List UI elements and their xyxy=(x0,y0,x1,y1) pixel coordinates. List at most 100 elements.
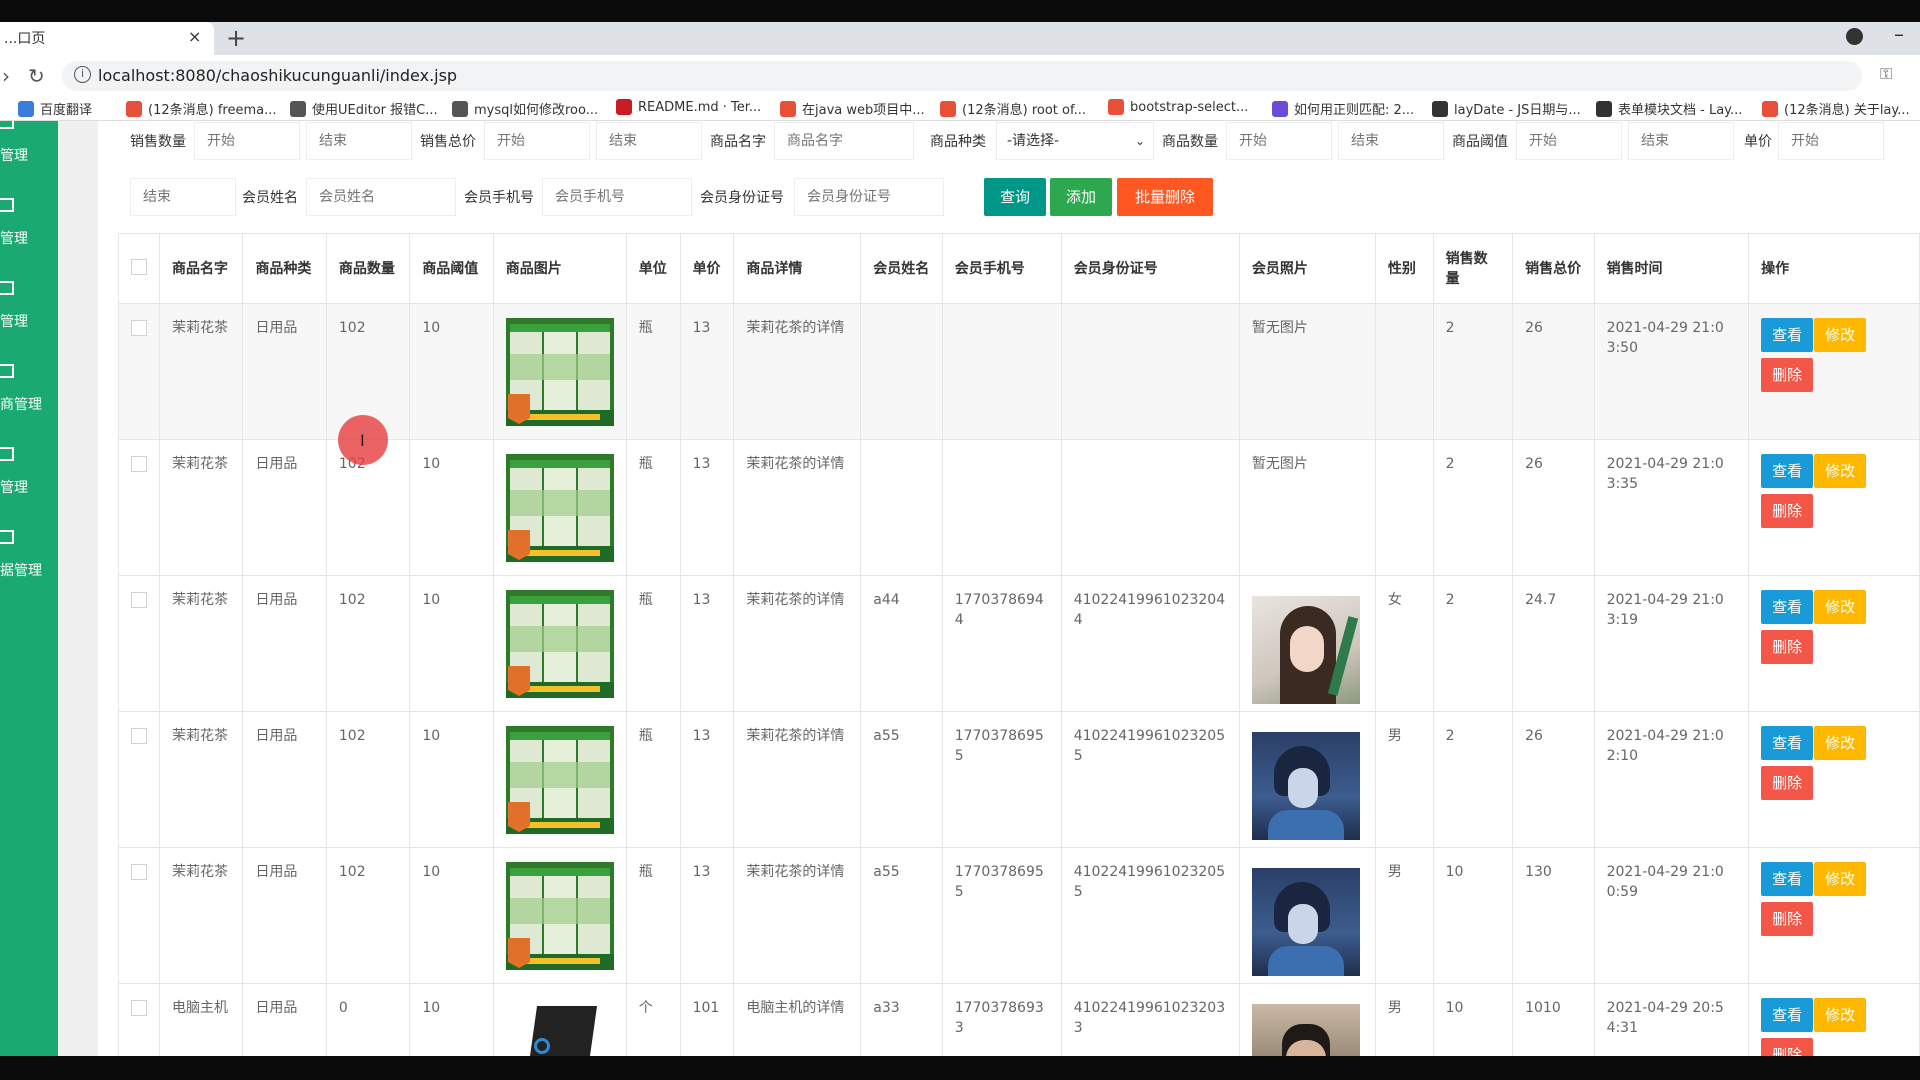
key-icon[interactable]: ⚿ xyxy=(1880,64,1892,84)
sidebar-item[interactable]: 管理 xyxy=(0,198,58,258)
cell-sale-time: 2021-04-29 21:00:59 xyxy=(1593,847,1750,984)
sidebar-item[interactable]: 管理 xyxy=(0,447,58,507)
query-button[interactable]: 查询 xyxy=(984,178,1046,216)
sale-total-end-input[interactable] xyxy=(596,122,702,160)
close-tab-icon[interactable]: × xyxy=(188,27,201,46)
unit-price-end-input[interactable] xyxy=(130,178,236,216)
reload-icon[interactable]: ↻ xyxy=(28,64,45,88)
bookmark-item[interactable]: bootstrap-select... xyxy=(1108,99,1248,115)
cell-gender: 女 xyxy=(1374,575,1434,712)
product-name-input[interactable] xyxy=(774,122,914,160)
member-id-input[interactable] xyxy=(794,178,944,216)
delete-button[interactable]: 删除 xyxy=(1761,1038,1814,1056)
bookmark-item[interactable]: 百度翻译 xyxy=(18,99,92,118)
sidebar-item[interactable]: 商管理 xyxy=(0,364,58,424)
cell-sale-time: 2021-04-29 21:03:50 xyxy=(1593,303,1750,440)
delete-button[interactable]: 删除 xyxy=(1761,766,1814,800)
cell-sale-total: 24.7 xyxy=(1512,575,1595,712)
column-header: 商品数量 xyxy=(325,233,411,304)
profile-icon[interactable] xyxy=(1846,28,1863,45)
add-button[interactable]: 添加 xyxy=(1050,178,1112,216)
sale-qty-end-input[interactable] xyxy=(306,122,412,160)
browser-tab[interactable]: ...口页 × xyxy=(0,22,214,55)
row-checkbox[interactable] xyxy=(131,728,147,744)
threshold-end-input[interactable] xyxy=(1628,122,1734,160)
bookmark-label: 在java web项目中... xyxy=(802,103,925,118)
bookmark-item[interactable]: 在java web项目中... xyxy=(780,99,925,118)
back-icon[interactable]: › xyxy=(2,64,10,88)
bookmark-item[interactable]: 表单模块文档 - Lay... xyxy=(1596,99,1742,118)
member-name-input[interactable] xyxy=(306,178,456,216)
bookmark-item[interactable]: 如何用正则匹配: 2... xyxy=(1272,99,1414,118)
view-button[interactable]: 查看 xyxy=(1761,998,1814,1032)
cell-name: 电脑主机 xyxy=(158,983,244,1056)
cell-unit: 个 xyxy=(625,983,681,1056)
product-category-select[interactable]: -请选择- ⌄ xyxy=(996,122,1154,160)
top-system-bar xyxy=(0,0,1920,22)
site-info-icon[interactable]: i xyxy=(74,66,91,83)
bookmark-item[interactable]: (12条消息) freema... xyxy=(126,99,276,118)
threshold-start-input[interactable] xyxy=(1516,122,1622,160)
sidebar-item[interactable]: 据管理 xyxy=(0,530,58,590)
cell-name: 茉莉花茶 xyxy=(158,439,244,576)
bookmarks-bar: 百度翻译 (12条消息) freema... 使用UEditor 报错C... mys… xyxy=(0,97,1920,121)
new-tab-icon[interactable]: + xyxy=(226,24,246,52)
bookmark-label: 使用UEditor 报错C... xyxy=(312,103,438,118)
view-button[interactable]: 查看 xyxy=(1761,726,1814,760)
delete-button[interactable]: 删除 xyxy=(1761,358,1814,392)
sidebar-item[interactable]: 管理 xyxy=(0,281,58,341)
table-row: 茉莉花茶 日用品 102 10 瓶 13 茉莉花茶的详情 暂无图片 2 26 2021-04-29 … xyxy=(118,303,1920,440)
row-select-cell xyxy=(118,711,160,848)
delete-button[interactable]: 删除 xyxy=(1761,902,1814,936)
edit-button[interactable]: 修改 xyxy=(1814,454,1867,488)
bookmark-item[interactable]: (12条消息) 关于lay... xyxy=(1762,99,1910,118)
cell-price: 13 xyxy=(679,711,735,848)
row-select-cell xyxy=(118,303,160,440)
row-checkbox[interactable] xyxy=(131,864,147,880)
unit-price-start-input[interactable] xyxy=(1778,122,1884,160)
edit-button[interactable]: 修改 xyxy=(1814,862,1867,896)
cell-gender xyxy=(1374,439,1434,576)
filter-label-member-phone: 会员手机号 xyxy=(464,190,534,206)
cell-sale-qty: 10 xyxy=(1432,847,1514,984)
delete-button[interactable]: 删除 xyxy=(1761,494,1814,528)
sale-qty-start-input[interactable] xyxy=(194,122,300,160)
batch-delete-button[interactable]: 批量删除 xyxy=(1117,178,1213,216)
member-phone-input[interactable] xyxy=(542,178,692,216)
row-select-cell xyxy=(118,847,160,984)
bookmark-item[interactable]: 使用UEditor 报错C... xyxy=(290,99,438,118)
select-all-checkbox[interactable] xyxy=(131,258,147,275)
view-button[interactable]: 查看 xyxy=(1761,454,1814,488)
cell-price: 101 xyxy=(679,983,735,1056)
cell-price: 13 xyxy=(679,575,735,712)
view-button[interactable]: 查看 xyxy=(1761,318,1814,352)
column-header: 会员姓名 xyxy=(860,233,943,304)
sale-total-start-input[interactable] xyxy=(484,122,590,160)
edit-button[interactable]: 修改 xyxy=(1814,590,1867,624)
monitor-icon xyxy=(0,121,14,129)
bookmark-item[interactable]: mysql如何修改roo... xyxy=(452,99,598,118)
sidebar-item[interactable]: 管理 xyxy=(0,121,58,175)
edit-button[interactable]: 修改 xyxy=(1814,998,1867,1032)
bookmark-item[interactable]: layDate - JS日期与... xyxy=(1432,99,1581,118)
translate-icon xyxy=(18,100,34,117)
minimize-icon[interactable]: – xyxy=(1894,22,1904,46)
row-checkbox[interactable] xyxy=(131,320,147,336)
bookmark-icon xyxy=(1108,99,1124,115)
url-text: localhost:8080/chaoshikucunguanli/index.… xyxy=(98,66,458,85)
delete-button[interactable]: 删除 xyxy=(1761,630,1814,664)
bookmark-item[interactable]: README.md · Ter... xyxy=(616,99,761,115)
bookmark-item[interactable]: (12条消息) root of... xyxy=(940,99,1086,118)
product-qty-end-input[interactable] xyxy=(1338,122,1444,160)
row-checkbox[interactable] xyxy=(131,456,147,472)
edit-button[interactable]: 修改 xyxy=(1814,726,1867,760)
view-button[interactable]: 查看 xyxy=(1761,590,1814,624)
product-qty-start-input[interactable] xyxy=(1226,122,1332,160)
row-checkbox[interactable] xyxy=(131,592,147,608)
view-button[interactable]: 查看 xyxy=(1761,862,1814,896)
row-checkbox[interactable] xyxy=(131,1000,147,1016)
url-field[interactable]: i localhost:8080/chaoshikucunguanli/inde… xyxy=(62,61,1862,91)
cell-qty: 102 xyxy=(325,711,411,848)
edit-button[interactable]: 修改 xyxy=(1814,318,1867,352)
product-image-cell xyxy=(492,847,627,984)
